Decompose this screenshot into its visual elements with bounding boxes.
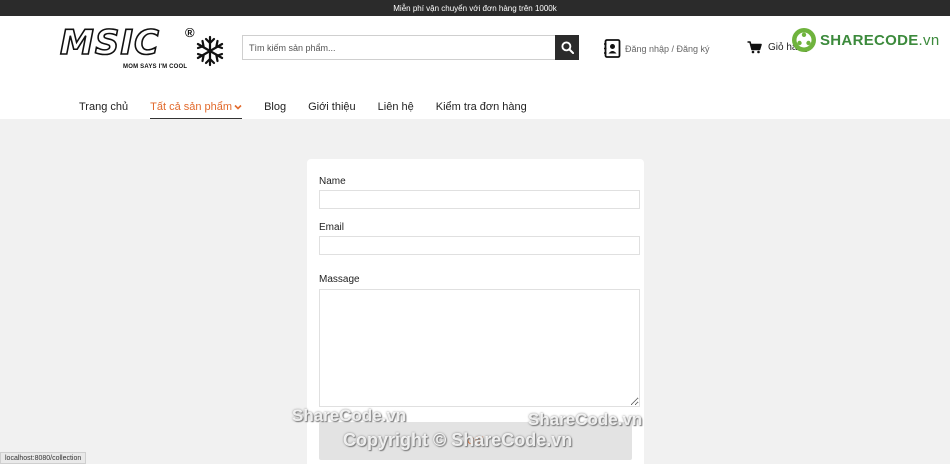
nav-item-about[interactable]: Giới thiệu [308, 99, 356, 119]
email-label: Email [319, 222, 345, 233]
search-input[interactable] [242, 35, 555, 60]
contact-book-icon [604, 39, 621, 58]
nav-item-home[interactable]: Trang chủ [79, 99, 128, 119]
account-label: Đăng nhập / Đăng ký [625, 43, 710, 54]
nav-item-all-products[interactable]: Tất cả sản phẩm [150, 99, 243, 119]
promo-text: Miễn phí vận chuyển với đơn hàng trên 10… [393, 3, 557, 13]
promo-bar: Miễn phí vận chuyển với đơn hàng trên 10… [0, 0, 950, 16]
nav-item-blog[interactable]: Blog [264, 99, 286, 119]
nav-item-contact[interactable]: Liên hệ [378, 99, 414, 119]
main-nav: Trang chủ Tất cả sản phẩm Blog Giới thiệ… [79, 99, 549, 119]
message-field[interactable] [319, 289, 640, 407]
chevron-down-icon [234, 104, 242, 110]
search-button[interactable] [555, 35, 579, 60]
watermark-left: ShareCode.vn [292, 406, 407, 425]
sharecode-name: SHARECODE [820, 31, 919, 49]
name-label: Name [319, 176, 346, 187]
nav-label: Tất cả sản phẩm [150, 100, 233, 113]
account-link[interactable]: Đăng nhập / Đăng ký [604, 39, 710, 58]
nav-label: Trang chủ [79, 101, 129, 113]
logo-wordmark: MSIC [59, 23, 160, 63]
snowflake-icon [196, 35, 224, 67]
nav-label: Liên hệ [377, 101, 414, 113]
sharecode-logo-icon [792, 28, 816, 52]
watermark-right: ShareCode.vn [528, 410, 643, 429]
logo-tagline: MOM SAYS I'M COOL [123, 64, 188, 70]
name-field[interactable] [319, 190, 640, 209]
message-label: Massage [319, 274, 360, 285]
cart-icon [747, 41, 762, 54]
search-icon [560, 41, 574, 54]
site-header: MSIC ® MOM SAYS I'M COOL Tìm kiếm sản ph… [0, 16, 950, 119]
nav-label: Giới thiệu [308, 101, 356, 113]
search-bar [242, 35, 579, 60]
status-url: localhost:8080/collection [5, 454, 82, 462]
browser-status-bar: localhost:8080/collection [0, 452, 87, 464]
site-logo[interactable]: MSIC ® MOM SAYS I'M COOL [59, 23, 228, 71]
sharecode-suffix: .vn [918, 31, 940, 49]
email-field[interactable] [319, 236, 640, 255]
sharecode-brand: SHARECODE.vn [791, 27, 939, 53]
nav-label: Kiểm tra đơn hàng [435, 101, 527, 113]
nav-item-order-check[interactable]: Kiểm tra đơn hàng [436, 99, 527, 119]
nav-label: Blog [264, 101, 287, 113]
sharecode-wordmark: SHARECODE.vn [820, 32, 939, 49]
watermark-copyright: Copyright © ShareCode.vn [343, 430, 573, 450]
